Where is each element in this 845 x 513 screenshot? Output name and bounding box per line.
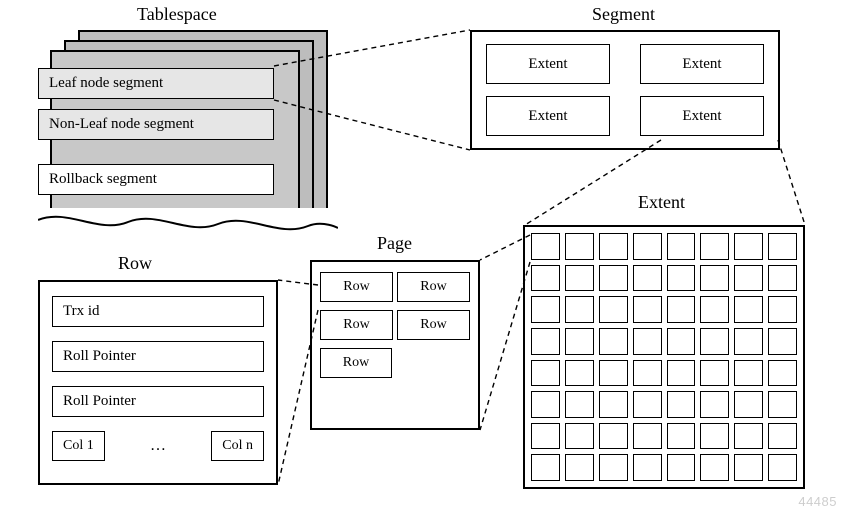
row-col-ellipsis: …	[150, 437, 166, 455]
row-col-first: Col 1	[52, 431, 105, 461]
extent-page-cell	[531, 423, 560, 450]
page-row: Row Row	[320, 272, 470, 302]
tablespace-segment-leaf: Leaf node segment	[38, 68, 274, 99]
extent-page-cell	[633, 233, 662, 260]
extent-page-cell	[700, 233, 729, 260]
extent-page-cell	[633, 328, 662, 355]
extent-page-cell	[734, 423, 763, 450]
extent-page-cell	[531, 265, 560, 292]
extent-page-cell	[667, 454, 696, 481]
segment-extent-cell: Extent	[640, 96, 764, 136]
extent-page-cell	[734, 360, 763, 387]
extent-page-cell	[768, 360, 797, 387]
segment-block: Extent Extent Extent Extent	[470, 30, 780, 150]
tablespace-segment-nonleaf: Non-Leaf node segment	[38, 109, 274, 140]
page-row-cell: Row	[397, 310, 470, 340]
segment-extent-cell: Extent	[640, 44, 764, 84]
extent-page-cell	[768, 233, 797, 260]
extent-page-cell	[633, 423, 662, 450]
extent-page-cell	[633, 391, 662, 418]
page-row: Row	[320, 348, 470, 378]
page-label: Page	[375, 233, 414, 254]
page-row: Row Row	[320, 310, 470, 340]
extent-page-cell	[667, 233, 696, 260]
extent-page-cell	[734, 328, 763, 355]
segment-extent-cell: Extent	[486, 44, 610, 84]
extent-page-cell	[700, 328, 729, 355]
extent-page-cell	[599, 233, 628, 260]
page-row-cell: Row	[397, 272, 470, 302]
extent-page-cell	[565, 360, 594, 387]
extent-page-cell	[700, 296, 729, 323]
extent-page-cell	[700, 454, 729, 481]
tablespace-block: Leaf node segment Non-Leaf node segment …	[38, 10, 328, 200]
extent-page-cell	[768, 454, 797, 481]
row-field-rollpointer: Roll Pointer	[52, 341, 264, 372]
extent-page-cell	[599, 423, 628, 450]
extent-block	[523, 225, 805, 489]
extent-page-cell	[531, 233, 560, 260]
row-field-trxid: Trx id	[52, 296, 264, 327]
row-columns: Col 1 … Col n	[52, 431, 264, 461]
extent-page-cell	[565, 391, 594, 418]
extent-page-cell	[734, 454, 763, 481]
extent-page-cell	[768, 265, 797, 292]
extent-page-cell	[667, 360, 696, 387]
extent-page-cell	[633, 296, 662, 323]
segment-label: Segment	[590, 4, 657, 25]
extent-page-cell	[599, 265, 628, 292]
extent-page-cell	[768, 296, 797, 323]
row-label: Row	[116, 253, 154, 274]
extent-page-cell	[531, 454, 560, 481]
extent-page-cell	[768, 328, 797, 355]
extent-page-cell	[667, 296, 696, 323]
row-detail-block: Trx id Roll Pointer Roll Pointer Col 1 ……	[38, 280, 278, 485]
extent-page-cell	[667, 423, 696, 450]
extent-page-cell	[599, 454, 628, 481]
extent-label: Extent	[636, 192, 687, 213]
extent-page-cell	[565, 423, 594, 450]
watermark-text: 44485	[798, 494, 837, 509]
extent-page-cell	[531, 328, 560, 355]
extent-page-cell	[667, 328, 696, 355]
extent-page-cell	[633, 454, 662, 481]
extent-page-cell	[565, 454, 594, 481]
extent-page-cell	[599, 360, 628, 387]
tablespace-segment-rollback: Rollback segment	[38, 164, 274, 195]
extent-page-cell	[734, 233, 763, 260]
extent-page-cell	[734, 265, 763, 292]
segment-extent-cell: Extent	[486, 96, 610, 136]
extent-page-cell	[734, 296, 763, 323]
extent-page-cell	[700, 360, 729, 387]
extent-page-cell	[565, 296, 594, 323]
extent-page-cell	[633, 360, 662, 387]
extent-page-cell	[531, 360, 560, 387]
extent-page-cell	[667, 391, 696, 418]
extent-page-cell	[531, 296, 560, 323]
tablespace-segments: Leaf node segment Non-Leaf node segment …	[38, 68, 274, 205]
extent-page-cell	[531, 391, 560, 418]
extent-page-cell	[565, 233, 594, 260]
tablespace-wave-mask	[38, 208, 338, 248]
extent-page-cell	[734, 391, 763, 418]
page-row-cell: Row	[320, 272, 393, 302]
page-row-cell: Row	[320, 310, 393, 340]
extent-page-cell	[599, 328, 628, 355]
extent-page-cell	[768, 391, 797, 418]
extent-page-cell	[599, 391, 628, 418]
extent-page-cell	[633, 265, 662, 292]
extent-page-cell	[700, 423, 729, 450]
tablespace-stack: Leaf node segment Non-Leaf node segment …	[38, 30, 328, 200]
extent-page-cell	[565, 328, 594, 355]
page-block: Row Row Row Row Row	[310, 260, 480, 430]
extent-page-cell	[667, 265, 696, 292]
page-row-cell: Row	[320, 348, 392, 378]
extent-page-cell	[700, 265, 729, 292]
row-field-rollpointer: Roll Pointer	[52, 386, 264, 417]
extent-page-cell	[768, 423, 797, 450]
row-col-last: Col n	[211, 431, 264, 461]
extent-page-cell	[599, 296, 628, 323]
extent-page-cell	[700, 391, 729, 418]
extent-page-cell	[565, 265, 594, 292]
